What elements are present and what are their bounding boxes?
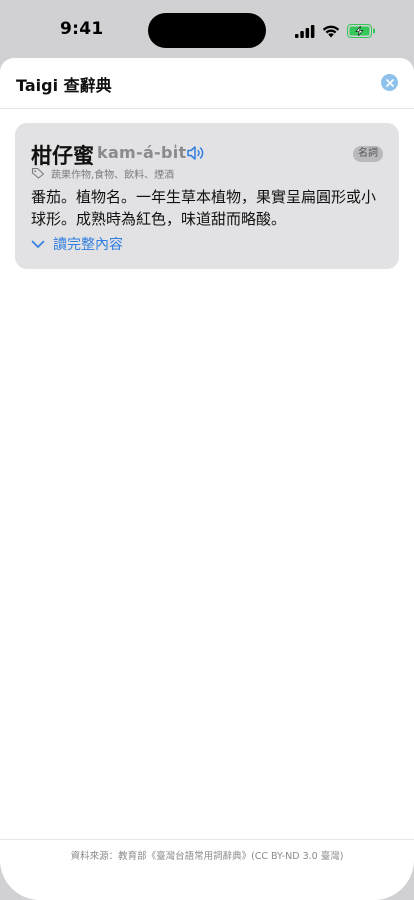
status-time: 9:41 bbox=[60, 19, 104, 39]
entry-card[interactable]: 柑仔蜜 kam-á-bi̍t 名詞 蔬果作物,食物、飲料、煙酒 番茄。植物名。一… bbox=[15, 123, 399, 269]
close-button[interactable] bbox=[381, 74, 398, 91]
source-attribution: 資料來源：教育部《臺灣台語常用詞辭典》(CC BY-ND 3.0 臺灣) bbox=[70, 851, 344, 862]
app-screen: 9:41 Taigi 查辭典 柑仔蜜 kam-á-bi̍t 名詞 蔬果作物,食物… bbox=[0, 0, 414, 900]
tag-icon bbox=[31, 167, 45, 179]
sheet-header: Taigi 查辭典 bbox=[0, 58, 414, 109]
battery-charging-icon bbox=[347, 24, 375, 38]
wifi-icon bbox=[322, 25, 340, 37]
entry-tags: 蔬果作物,食物、飲料、煙酒 bbox=[51, 169, 175, 181]
sheet-title: Taigi 查辭典 bbox=[16, 76, 112, 95]
read-more-label: 讀完整內容 bbox=[53, 237, 123, 253]
cellular-signal-icon bbox=[295, 24, 315, 38]
footer: 資料來源：教育部《臺灣台語常用詞辭典》(CC BY-ND 3.0 臺灣) bbox=[0, 839, 414, 880]
speaker-icon[interactable] bbox=[186, 145, 206, 161]
entry-romanization: kam-á-bi̍t bbox=[97, 143, 187, 162]
read-more-button[interactable]: 讀完整內容 bbox=[31, 234, 123, 254]
dictionary-sheet: Taigi 查辭典 柑仔蜜 kam-á-bi̍t 名詞 蔬果作物,食物、飲料、煙… bbox=[0, 58, 414, 900]
chevron-down-icon bbox=[31, 240, 45, 248]
close-icon bbox=[385, 78, 394, 87]
dynamic-island bbox=[148, 13, 266, 48]
tag-row: 蔬果作物,食物、飲料、煙酒 bbox=[31, 166, 175, 181]
part-of-speech-badge: 名詞 bbox=[353, 146, 383, 162]
entry-definition: 番茄。植物名。一年生草本植物，果實呈扁圓形或小球形。成熟時為紅色，味道甜而略酸。 bbox=[31, 188, 377, 228]
status-bar: 9:41 bbox=[0, 0, 414, 58]
status-icons bbox=[295, 22, 376, 40]
